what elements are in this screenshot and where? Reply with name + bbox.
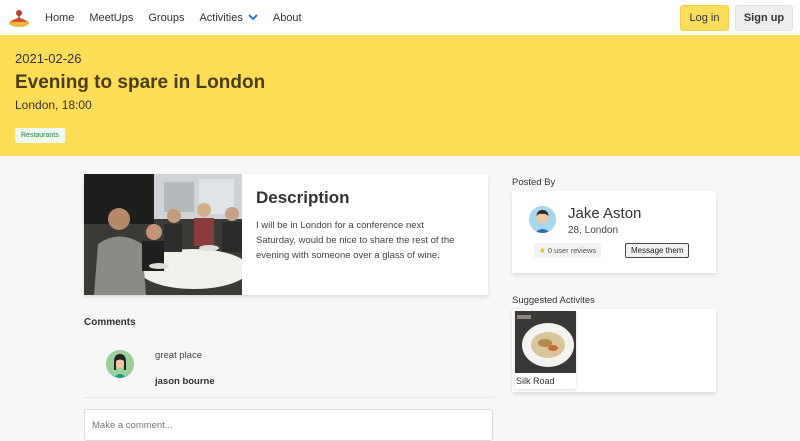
poster-card: Jake Aston 28, London ★ 0 user reviews M… [512,191,716,273]
nav-meetups[interactable]: MeetUps [89,12,133,24]
category-tag[interactable]: Restaurants [15,128,65,143]
nav-about[interactable]: About [273,12,302,24]
chevron-down-icon [248,12,258,24]
nav-activities[interactable]: Activities [199,11,258,24]
suggested-card: Silk Road [512,309,716,392]
comment-author[interactable]: jason bourne [155,376,215,387]
avatar [529,206,556,233]
suggested-label: Suggested Activites [512,295,595,306]
activity-tile[interactable]: Silk Road [515,311,576,389]
event-location-time: London, 18:00 [15,98,92,112]
poster-details: 28, London [568,225,619,236]
comment-input[interactable] [84,409,493,441]
login-button[interactable]: Log in [680,4,729,31]
reviews-badge[interactable]: ★ 0 user reviews [534,243,602,258]
message-button[interactable]: Message them [625,243,690,258]
reviews-count: 0 user reviews [547,246,597,255]
star-icon: ★ [539,246,546,255]
poster-name[interactable]: Jake Aston [568,205,641,222]
posted-by-label: Posted By [512,177,556,188]
nav-groups[interactable]: Groups [148,12,184,24]
event-photo [84,174,242,295]
description-title: Description [256,188,350,207]
event-title: Evening to spare in London [15,72,266,93]
comment-item: great place jason bourne [84,340,494,398]
activity-name: Silk Road [516,376,555,386]
navbar: Home MeetUps Groups Activities About Log… [0,0,800,35]
avatar [106,350,134,378]
event-date: 2021-02-26 [15,51,82,66]
nav-activities-label: Activities [199,11,243,24]
comment-text: great place [155,350,203,361]
event-hero: 2021-02-26 Evening to spare in London Lo… [0,35,800,156]
description-section: Description I will be in London for a co… [242,174,480,295]
description-text: I will be in London for a conference nex… [256,220,455,261]
event-card: Description I will be in London for a co… [84,174,488,295]
nav-home[interactable]: Home [45,12,74,24]
comments-heading: Comments [84,317,136,328]
activity-image [515,311,576,373]
signup-button[interactable]: Sign up [735,4,793,31]
logo-icon[interactable] [8,7,30,29]
